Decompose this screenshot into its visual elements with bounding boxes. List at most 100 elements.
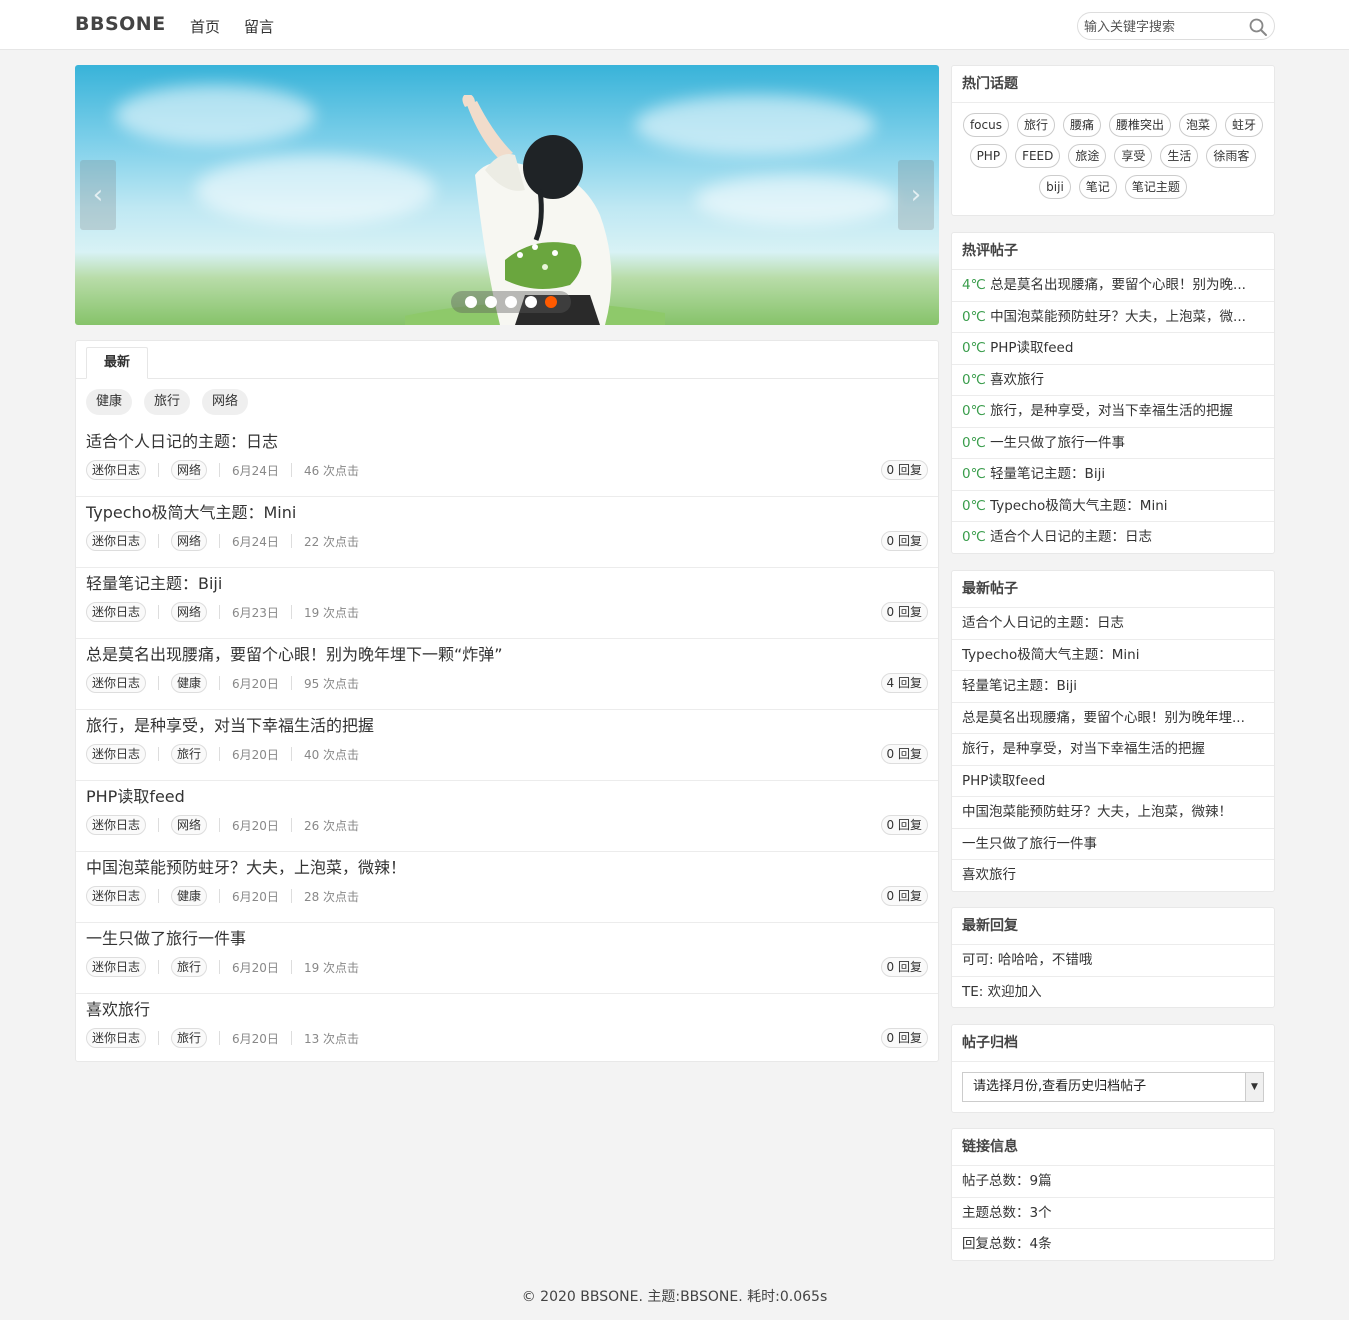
post-forum-tag[interactable]: 迷你日志 [86, 815, 147, 835]
post-forum-tag[interactable]: 迷你日志 [86, 531, 147, 551]
topic-tag[interactable]: 笔记 [1078, 175, 1117, 199]
latest-reply-item[interactable]: TE: 欢迎加入 [952, 977, 1274, 1009]
topic-tag[interactable]: 享受 [1114, 144, 1153, 168]
topic-tag[interactable]: focus [962, 113, 1009, 137]
carousel-prev-button[interactable]: ‹ [80, 160, 116, 230]
post-title-link[interactable]: 一生只做了旅行一件事 [86, 925, 246, 949]
post-reply-count[interactable]: 0 回复 [880, 460, 928, 480]
site-logo[interactable]: BBSONE [75, 13, 166, 35]
latest-post-item[interactable]: Typecho极简大气主题：Mini [952, 640, 1274, 671]
carousel-dot[interactable] [525, 296, 537, 308]
search-icon[interactable] [1248, 17, 1268, 37]
hot-post-item[interactable]: 0℃ 喜欢旅行 [952, 365, 1274, 396]
topic-tag[interactable]: biji [1039, 175, 1071, 199]
search-input[interactable] [1084, 17, 1244, 37]
post-category-tag[interactable]: 旅行 [171, 957, 208, 977]
hot-post-item[interactable]: 0℃ 一生只做了旅行一件事 [952, 428, 1274, 459]
hot-post-item[interactable]: 0℃ 中国泡菜能预防蛀牙？大夫，上泡菜，微... [952, 302, 1274, 333]
post-title-link[interactable]: 适合个人日记的主题：日志 [86, 428, 278, 452]
topic-tag[interactable]: 泡菜 [1179, 113, 1218, 137]
post-forum-tag[interactable]: 迷你日志 [86, 460, 147, 480]
hot-post-item[interactable]: 0℃ PHP读取feed [952, 333, 1274, 365]
post-category-tag[interactable]: 旅行 [171, 744, 208, 764]
post-reply-count[interactable]: 0 回复 [880, 886, 928, 906]
post-category-tag[interactable]: 健康 [171, 673, 208, 693]
post-category-tag[interactable]: 网络 [171, 460, 208, 480]
post-title-link[interactable]: 喜欢旅行 [86, 996, 150, 1020]
hot-post-title[interactable]: 中国泡菜能预防蛀牙？大夫，上泡菜，微... [990, 309, 1246, 325]
filter-travel[interactable]: 旅行 [144, 389, 191, 415]
hot-post-title[interactable]: 轻量笔记主题：Biji [990, 466, 1105, 482]
hot-post-item[interactable]: 0℃ 适合个人日记的主题：日志 [952, 522, 1274, 554]
archive-month-select[interactable]: 请选择月份,查看历史归档帖子 ▼ [962, 1072, 1264, 1102]
topic-tag[interactable]: FEED [1015, 144, 1061, 168]
hot-post-item[interactable]: 4℃ 总是莫名出现腰痛，要留个心眼！别为晚... [952, 270, 1274, 302]
latest-reply-item[interactable]: 可可: 哈哈哈，不错哦 [952, 945, 1274, 977]
hot-post-item[interactable]: 0℃ Typecho极简大气主题：Mini [952, 491, 1274, 522]
filter-network[interactable]: 网络 [202, 389, 249, 415]
post-category-tag[interactable]: 网络 [171, 815, 208, 835]
post-forum-tag[interactable]: 迷你日志 [86, 673, 147, 693]
post-title-link[interactable]: 中国泡菜能预防蛀牙？大夫，上泡菜，微辣！ [86, 854, 406, 878]
post-reply-count[interactable]: 0 回复 [880, 1028, 928, 1048]
latest-post-item[interactable]: 轻量笔记主题：Biji [952, 671, 1274, 703]
post-forum-tag[interactable]: 迷你日志 [86, 957, 147, 977]
post-forum-tag[interactable]: 迷你日志 [86, 1028, 147, 1048]
post-title-link[interactable]: PHP读取feed [86, 783, 185, 807]
post-title-link[interactable]: 轻量笔记主题：Biji [86, 570, 222, 594]
post-reply-count[interactable]: 0 回复 [880, 957, 928, 977]
latest-post-item[interactable]: 一生只做了旅行一件事 [952, 829, 1274, 860]
carousel-dot[interactable] [465, 296, 477, 308]
hot-post-title[interactable]: 总是莫名出现腰痛，要留个心眼！别为晚... [990, 277, 1246, 293]
filter-health[interactable]: 健康 [86, 389, 133, 415]
post-forum-tag[interactable]: 迷你日志 [86, 602, 147, 622]
post-title-link[interactable]: Typecho极简大气主题：Mini [86, 499, 296, 523]
topic-tag[interactable]: 腰痛 [1062, 113, 1101, 137]
post-reply-count[interactable]: 0 回复 [880, 744, 928, 764]
post-reply-count[interactable]: 0 回复 [880, 531, 928, 551]
post-category-tag[interactable]: 健康 [171, 886, 208, 906]
latest-post-item[interactable]: 喜欢旅行 [952, 860, 1274, 892]
hot-post-title[interactable]: 喜欢旅行 [990, 372, 1044, 388]
nav-guestbook-link[interactable]: 留言 [244, 16, 274, 37]
hot-post-item[interactable]: 0℃ 旅行，是种享受，对当下幸福生活的把握 [952, 396, 1274, 428]
hero-carousel[interactable]: ‹ › [75, 65, 939, 325]
carousel-dot[interactable] [505, 296, 517, 308]
carousel-dot-active[interactable] [545, 296, 557, 308]
post-category-tag[interactable]: 旅行 [171, 1028, 208, 1048]
topic-tag[interactable]: 生活 [1160, 144, 1199, 168]
topic-tag[interactable]: 蛀牙 [1225, 113, 1264, 137]
post-clicks: 40 次点击 [303, 747, 360, 762]
latest-post-item[interactable]: PHP读取feed [952, 766, 1274, 797]
post-reply-count[interactable]: 4 回复 [880, 673, 928, 693]
latest-post-item[interactable]: 旅行，是种享受，对当下幸福生活的把握 [952, 734, 1274, 766]
post-category-tag[interactable]: 网络 [171, 531, 208, 551]
carousel-next-button[interactable]: › [898, 160, 934, 230]
topic-tag[interactable]: 旅行 [1016, 113, 1055, 137]
post-reply-count[interactable]: 0 回复 [880, 815, 928, 835]
carousel-dot[interactable] [485, 296, 497, 308]
topic-tag[interactable]: PHP [969, 144, 1008, 168]
hot-post-title[interactable]: Typecho极简大气主题：Mini [990, 498, 1167, 514]
post-reply-count[interactable]: 0 回复 [880, 602, 928, 622]
topic-tag[interactable]: 旅途 [1068, 144, 1107, 168]
hot-post-title[interactable]: PHP读取feed [990, 340, 1073, 356]
latest-post-item[interactable]: 中国泡菜能预防蛀牙？大夫，上泡菜，微辣！ [952, 797, 1274, 829]
nav-home-link[interactable]: 首页 [190, 16, 220, 37]
latest-post-item[interactable]: 总是莫名出现腰痛，要留个心眼！别为晚年埋... [952, 703, 1274, 734]
hot-post-title[interactable]: 旅行，是种享受，对当下幸福生活的把握 [990, 403, 1233, 419]
tab-latest[interactable]: 最新 [86, 347, 148, 379]
topic-tag[interactable]: 笔记主题 [1124, 175, 1187, 199]
post-title-link[interactable]: 总是莫名出现腰痛，要留个心眼！别为晚年埋下一颗“炸弹” [86, 641, 503, 665]
post-forum-tag[interactable]: 迷你日志 [86, 886, 147, 906]
latest-post-item[interactable]: 适合个人日记的主题：日志 [952, 608, 1274, 640]
topic-tag[interactable]: 腰椎突出 [1109, 113, 1172, 137]
topic-tag[interactable]: 徐雨客 [1206, 144, 1257, 168]
post-title-link[interactable]: 旅行，是种享受，对当下幸福生活的把握 [86, 712, 374, 736]
hot-post-temp: 0℃ [962, 529, 986, 545]
post-category-tag[interactable]: 网络 [171, 602, 208, 622]
hot-post-title[interactable]: 一生只做了旅行一件事 [990, 435, 1125, 451]
hot-post-item[interactable]: 0℃ 轻量笔记主题：Biji [952, 459, 1274, 491]
hot-post-title[interactable]: 适合个人日记的主题：日志 [990, 529, 1152, 545]
post-forum-tag[interactable]: 迷你日志 [86, 744, 147, 764]
